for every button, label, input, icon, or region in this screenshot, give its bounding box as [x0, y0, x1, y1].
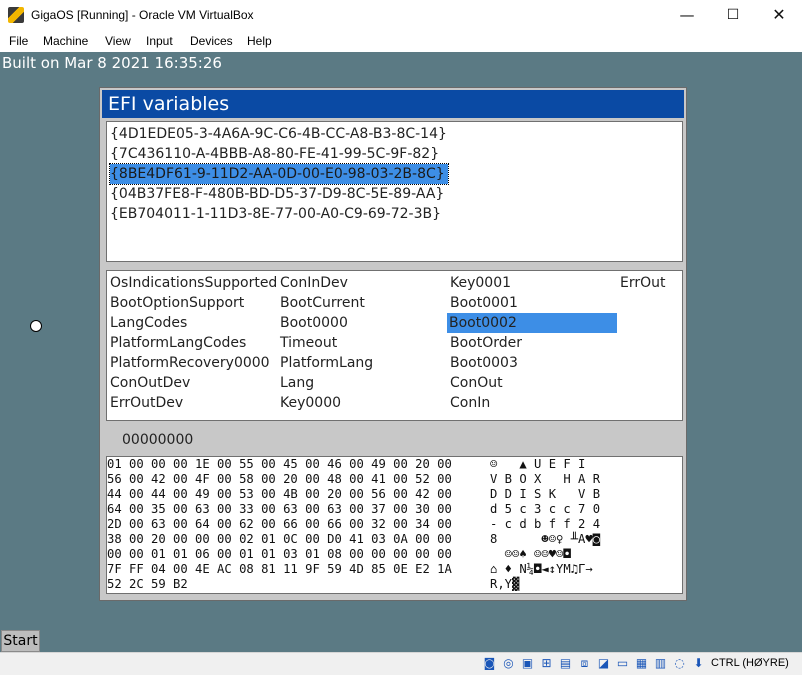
- network-icon[interactable]: ⊞: [539, 656, 554, 671]
- variable-item[interactable]: Timeout: [278, 333, 337, 353]
- mouse-cursor: [30, 320, 42, 332]
- virtualbox-app-icon: [8, 7, 24, 23]
- hex-row: 64 00 35 00 63 00 33 00 63 00 63 00 37 0…: [107, 502, 452, 516]
- variable-item[interactable]: Lang: [278, 373, 314, 393]
- guid-item-selected[interactable]: {8BE4DF61-9-11D2-AA-0D-00-E0-98-03-2B-8C…: [109, 163, 449, 185]
- ascii-row: V B O X H A R: [490, 472, 601, 486]
- variable-item[interactable]: ConIn: [448, 393, 490, 413]
- variable-item[interactable]: Key0001: [448, 273, 511, 293]
- hex-row: 01 00 00 00 1E 00 55 00 45 00 46 00 49 0…: [107, 457, 452, 471]
- menu-file[interactable]: File: [9, 34, 28, 48]
- maximize-button[interactable]: ☐: [710, 0, 756, 31]
- hex-row: 56 00 42 00 4F 00 58 00 20 00 48 00 41 0…: [107, 472, 452, 486]
- close-button[interactable]: ✕: [756, 0, 802, 31]
- cd-icon[interactable]: ◎: [501, 656, 516, 671]
- guid-list[interactable]: {4D1EDE05-3-4A6A-9C-C6-4B-CC-A8-B3-8C-14…: [106, 121, 683, 262]
- menu-devices[interactable]: Devices: [190, 34, 233, 48]
- hex-row: 38 00 20 00 00 00 02 01 0C 00 D0 41 03 0…: [107, 532, 452, 546]
- variable-item[interactable]: Boot0001: [448, 293, 518, 313]
- variable-item[interactable]: Boot0003: [448, 353, 518, 373]
- variable-grid[interactable]: OsIndicationsSupported BootOptionSupport…: [106, 270, 683, 421]
- guid-item[interactable]: {04B37FE8-F-480B-BD-D5-37-D9-8C-5E-89-AA…: [110, 184, 447, 204]
- variable-item-selected[interactable]: Boot0002: [447, 313, 617, 333]
- display-icon[interactable]: ▭: [615, 656, 630, 671]
- variable-item[interactable]: ConOut: [448, 373, 503, 393]
- build-info: Built on Mar 8 2021 16:35:26: [2, 54, 222, 72]
- network-adapter-icon[interactable]: ▤: [558, 656, 573, 671]
- hex-row: 00 00 01 01 06 00 01 01 03 01 08 00 00 0…: [107, 547, 452, 561]
- ascii-row: 8 ☻☺♀ ╨A♥◙: [490, 532, 601, 546]
- variable-item[interactable]: ErrOutDev: [108, 393, 183, 413]
- variable-item[interactable]: Boot0000: [278, 313, 348, 333]
- video-capture-icon[interactable]: ▦: [634, 656, 649, 671]
- variable-item[interactable]: PlatformRecovery0000: [108, 353, 270, 373]
- ascii-row: ⌂ ♦ N¼◘◄↕YM♫Γ→: [490, 562, 593, 576]
- variable-item[interactable]: Key0000: [278, 393, 341, 413]
- hex-row: 44 00 44 00 49 00 53 00 4B 00 20 00 56 0…: [107, 487, 452, 501]
- menu-view[interactable]: View: [105, 34, 131, 48]
- variable-item[interactable]: BootCurrent: [278, 293, 365, 313]
- hex-row: 52 2C 59 B2: [107, 577, 188, 591]
- minimize-button[interactable]: —: [664, 0, 710, 31]
- start-button[interactable]: Start: [1, 630, 40, 652]
- hex-dump-pane[interactable]: 01 00 00 00 1E 00 55 00 45 00 46 00 49 0…: [106, 456, 683, 594]
- vrde-icon[interactable]: ▥: [653, 656, 668, 671]
- ascii-row: D D I S K V B: [490, 487, 601, 501]
- variable-item[interactable]: PlatformLangCodes: [108, 333, 246, 353]
- mouse-integration-icon[interactable]: ⬇: [691, 656, 706, 671]
- variable-item[interactable]: ErrOut: [618, 273, 666, 293]
- hex-row: 7F FF 04 00 4E AC 08 81 11 9F 59 4D 85 0…: [107, 562, 452, 576]
- ascii-row: ☺ ▲ U E F I: [490, 457, 601, 471]
- audio-icon[interactable]: ▣: [520, 656, 535, 671]
- cpu-icon[interactable]: ◌: [672, 656, 687, 671]
- menu-input[interactable]: Input: [146, 34, 173, 48]
- shared-folder-icon[interactable]: ◪: [596, 656, 611, 671]
- variable-item[interactable]: OsIndicationsSupported: [108, 273, 277, 293]
- guid-item[interactable]: {4D1EDE05-3-4A6A-9C-C6-4B-CC-A8-B3-8C-14…: [110, 124, 450, 144]
- ascii-row: R,Y▓: [490, 577, 520, 591]
- efi-variables-window: EFI variables {4D1EDE05-3-4A6A-9C-C6-4B-…: [99, 87, 687, 601]
- variable-item[interactable]: LangCodes: [108, 313, 187, 333]
- efi-window-title: EFI variables: [102, 90, 684, 118]
- window-titlebar: GigaOS [Running] - Oracle VM VirtualBox …: [0, 0, 802, 31]
- variable-item[interactable]: BootOptionSupport: [108, 293, 244, 313]
- ascii-row: ☺☺♠ ☺☺♥☺◘: [490, 547, 571, 561]
- hdd-icon[interactable]: ◙: [482, 656, 497, 671]
- vm-statusbar: ◙ ◎ ▣ ⊞ ▤ ⧈ ◪ ▭ ▦ ▥ ◌ ⬇ CTRL (HØYRE): [0, 652, 802, 675]
- window-title: GigaOS [Running] - Oracle VM VirtualBox: [31, 8, 254, 22]
- ascii-row: d 5 c 3 c c 7 0: [490, 502, 601, 516]
- ascii-row: - c d b f f 2 4: [490, 517, 601, 531]
- usb-icon[interactable]: ⧈: [577, 656, 592, 671]
- guid-item[interactable]: {7C436110-A-4BBB-A8-80-FE-41-99-5C-9F-82…: [110, 144, 442, 164]
- host-key-label: CTRL (HØYRE): [711, 657, 789, 669]
- menu-machine[interactable]: Machine: [43, 34, 88, 48]
- variable-item[interactable]: BootOrder: [448, 333, 522, 353]
- attributes-value: 00000000: [122, 432, 194, 448]
- variable-item[interactable]: PlatformLang: [278, 353, 373, 373]
- guid-item[interactable]: {EB704011-1-11D3-8E-77-00-A0-C9-69-72-3B…: [110, 204, 444, 224]
- hex-row: 2D 00 63 00 64 00 62 00 66 00 66 00 32 0…: [107, 517, 452, 531]
- guest-display[interactable]: Built on Mar 8 2021 16:35:26 EFI variabl…: [0, 52, 802, 652]
- variable-item[interactable]: ConInDev: [278, 273, 348, 293]
- variable-item[interactable]: ConOutDev: [108, 373, 190, 393]
- menu-help[interactable]: Help: [247, 34, 272, 48]
- menu-bar: File Machine View Input Devices Help: [0, 31, 802, 52]
